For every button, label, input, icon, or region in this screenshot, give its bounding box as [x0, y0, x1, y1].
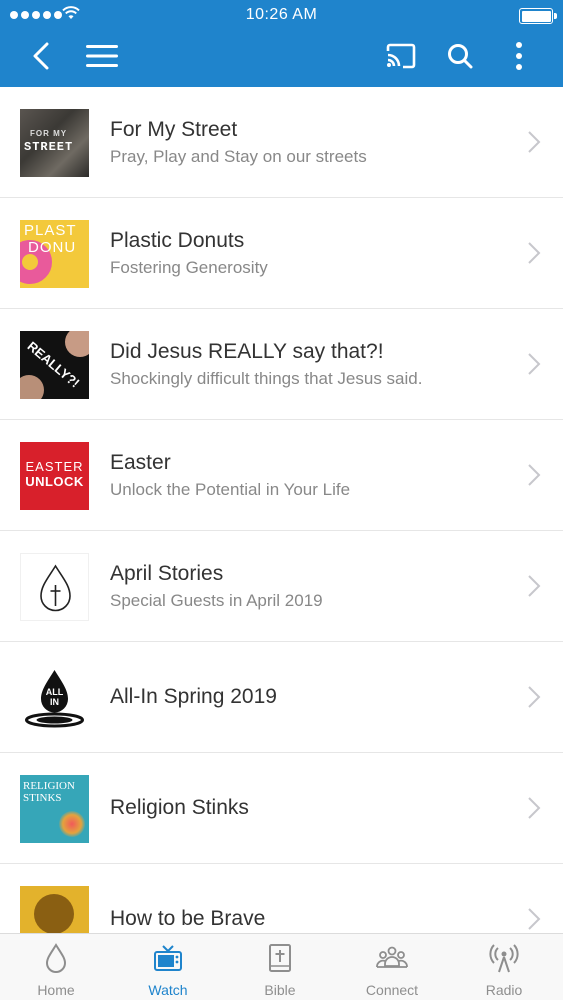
search-icon: [448, 44, 473, 69]
thumbnail-text: ALL: [46, 687, 64, 697]
radio-icon: [489, 944, 519, 973]
series-thumbnail: EASTER UNLOCK: [20, 442, 89, 510]
menu-button[interactable]: [84, 36, 120, 76]
series-subtitle: Special Guests in April 2019: [110, 591, 323, 610]
chevron-right-icon: [528, 908, 541, 930]
thumbnail-text: PLAST: [24, 222, 77, 239]
series-row[interactable]: PLAST DONU Plastic Donuts Fostering Gene…: [0, 198, 563, 309]
people-icon: [376, 946, 408, 968]
tab-bible[interactable]: Bible: [224, 934, 336, 1000]
chevron-right-icon: [528, 464, 541, 486]
drop-cross-icon: [40, 564, 71, 612]
series-thumbnail: ALL IN: [20, 664, 89, 732]
tv-icon: [154, 945, 182, 971]
tab-label: Watch: [148, 982, 188, 998]
tab-watch[interactable]: Watch: [112, 934, 224, 1000]
more-icon: [516, 42, 522, 70]
series-title: Did Jesus REALLY say that?!: [110, 340, 384, 363]
thumbnail-text: STREET: [24, 140, 74, 154]
thumbnail-text: EASTER: [25, 459, 84, 474]
back-icon: [33, 42, 49, 70]
series-row[interactable]: ALL IN All-In Spring 2019: [0, 642, 563, 753]
series-row[interactable]: How to be Brave: [0, 864, 563, 933]
series-subtitle: Fostering Generosity: [110, 258, 268, 277]
series-subtitle: Unlock the Potential in Your Life: [110, 480, 351, 499]
tab-label: Home: [37, 982, 75, 998]
chevron-right-icon: [528, 131, 541, 153]
series-row[interactable]: EASTER UNLOCK Easter Unlock the Potentia…: [0, 420, 563, 531]
series-title: For My Street: [110, 118, 238, 141]
series-subtitle: Pray, Play and Stay on our streets: [110, 147, 367, 166]
battery-icon: [519, 8, 557, 24]
status-time: 10:26 AM: [245, 6, 318, 23]
thumbnail-text: DONU: [28, 239, 77, 256]
tab-home[interactable]: Home: [0, 934, 112, 1000]
series-thumbnail: [20, 886, 89, 933]
series-thumbnail: PLAST DONU: [20, 220, 89, 288]
chevron-right-icon: [528, 686, 541, 708]
series-title: How to be Brave: [110, 907, 266, 930]
tab-radio[interactable]: Radio: [448, 934, 560, 1000]
splash-drop-icon: ALL IN: [25, 670, 84, 728]
thumbnail-text: IN: [50, 697, 59, 707]
series-thumbnail: REALLY?!: [20, 331, 89, 399]
series-thumbnail: [20, 553, 89, 621]
chevron-right-icon: [528, 353, 541, 375]
series-title: Plastic Donuts: [110, 229, 245, 252]
cast-button[interactable]: [382, 36, 420, 76]
thumbnail-text: STINKS: [23, 792, 62, 804]
series-row[interactable]: FOR MY STREET For My Street Pray, Play a…: [0, 87, 563, 198]
cast-icon: [386, 43, 416, 69]
series-list: FOR MY STREET For My Street Pray, Play a…: [0, 87, 563, 933]
chevron-right-icon: [528, 797, 541, 819]
tab-connect[interactable]: Connect: [336, 934, 448, 1000]
series-title: All-In Spring 2019: [110, 685, 277, 708]
tab-label: Radio: [485, 982, 523, 998]
drop-icon: [45, 943, 67, 973]
series-row[interactable]: REALLY?! Did Jesus REALLY say that?! Sho…: [0, 309, 563, 420]
series-thumbnail: FOR MY STREET: [20, 109, 89, 177]
tab-bar: Home Watch Bible Connect Radio: [0, 933, 563, 1000]
thumbnail-text: RELIGION: [23, 780, 75, 792]
thumbnail-text: FOR MY: [30, 129, 68, 138]
series-thumbnail: RELIGION STINKS: [20, 775, 89, 843]
series-title: Easter: [110, 451, 171, 474]
tab-label: Bible: [264, 982, 296, 998]
tab-label: Connect: [365, 982, 419, 998]
thumbnail-text: UNLOCK: [25, 474, 84, 489]
series-row[interactable]: RELIGION STINKS Religion Stinks: [0, 753, 563, 864]
back-button[interactable]: [26, 36, 56, 76]
search-button[interactable]: [442, 36, 478, 76]
series-title: April Stories: [110, 562, 224, 585]
app-header: 10:26 AM: [0, 0, 563, 87]
menu-icon: [86, 45, 118, 67]
more-options-button[interactable]: [504, 36, 534, 76]
series-title: Religion Stinks: [110, 796, 249, 819]
chevron-right-icon: [528, 575, 541, 597]
series-subtitle: Shockingly difficult things that Jesus s…: [110, 369, 423, 388]
chevron-right-icon: [528, 242, 541, 264]
bible-icon: [269, 944, 291, 972]
series-row[interactable]: April Stories Special Guests in April 20…: [0, 531, 563, 642]
status-bar: 10:26 AM: [0, 0, 563, 30]
